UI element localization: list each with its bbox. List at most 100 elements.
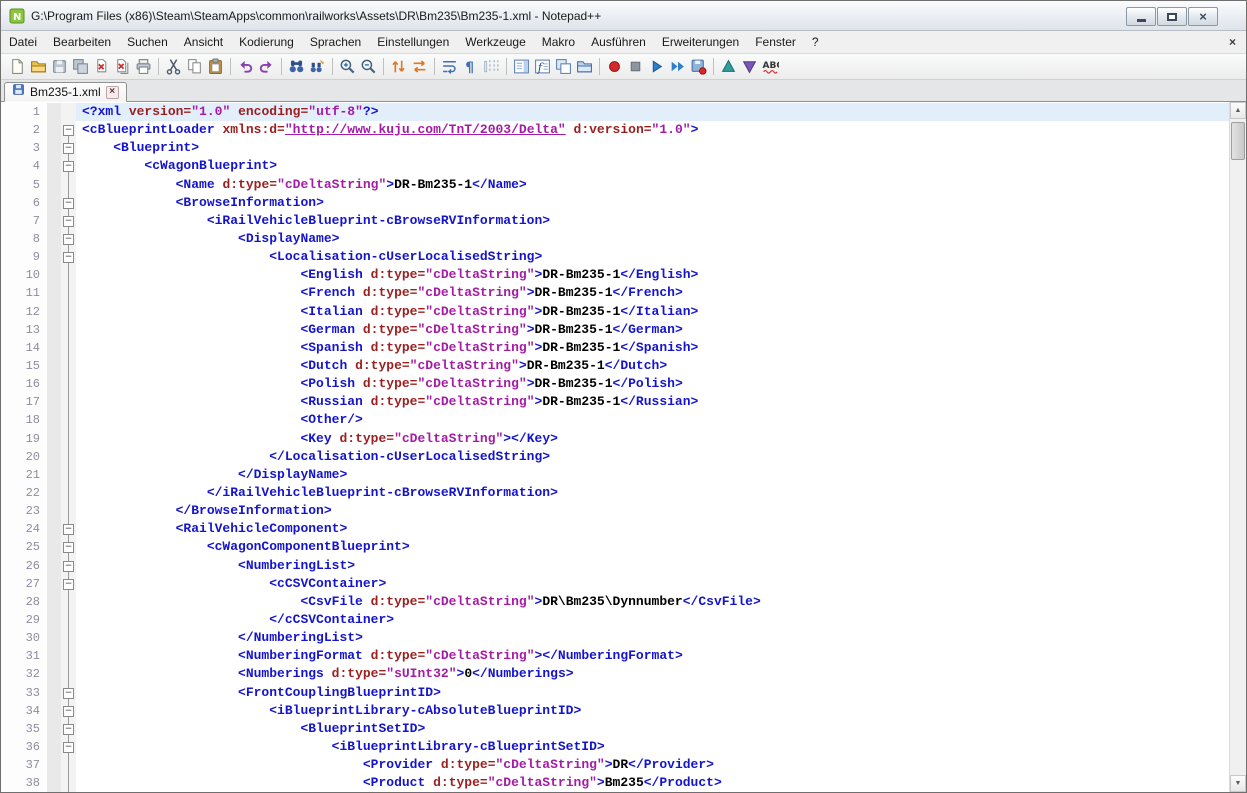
menu-item-bearbeiten[interactable]: Bearbeiten — [45, 31, 119, 53]
line-number[interactable]: 17 — [1, 393, 47, 411]
save-button[interactable] — [49, 56, 70, 77]
code-text[interactable]: <Product d:type="cDeltaString">Bm235</Pr… — [76, 774, 1229, 792]
fold-minus-icon[interactable]: − — [63, 706, 74, 717]
fold-minus-icon[interactable]: − — [63, 524, 74, 535]
bookmark-margin[interactable] — [47, 738, 61, 756]
code-text[interactable]: </cCSVContainer> — [76, 611, 1229, 629]
code-text[interactable]: <?xml version="1.0" encoding="utf-8"?> — [76, 103, 1229, 121]
fold-collapse-marker[interactable]: − — [61, 194, 76, 212]
doc-switcher-button[interactable] — [553, 56, 574, 77]
bookmark-margin[interactable] — [47, 212, 61, 230]
menu-item-suchen[interactable]: Suchen — [119, 31, 176, 53]
fold-minus-icon[interactable]: − — [63, 688, 74, 699]
line-number[interactable]: 12 — [1, 303, 47, 321]
bookmark-margin[interactable] — [47, 284, 61, 302]
print-button[interactable] — [133, 56, 154, 77]
bookmark-margin[interactable] — [47, 375, 61, 393]
fold-minus-icon[interactable]: − — [63, 216, 74, 227]
line-number[interactable]: 9 — [1, 248, 47, 266]
code-text[interactable]: <Numberings d:type="sUInt32">0</Numberin… — [76, 665, 1229, 683]
close-all-button[interactable] — [112, 56, 133, 77]
bookmark-margin[interactable] — [47, 684, 61, 702]
fold-minus-icon[interactable]: − — [63, 198, 74, 209]
line-number[interactable]: 16 — [1, 375, 47, 393]
find-button[interactable] — [286, 56, 307, 77]
maximize-button[interactable] — [1157, 7, 1187, 26]
cut-button[interactable] — [163, 56, 184, 77]
line-number[interactable]: 5 — [1, 176, 47, 194]
code-text[interactable]: </BrowseInformation> — [76, 502, 1229, 520]
code-text[interactable]: <NumberingFormat d:type="cDeltaString"><… — [76, 647, 1229, 665]
bookmark-margin[interactable] — [47, 103, 61, 121]
fold-minus-icon[interactable]: − — [63, 143, 74, 154]
line-number[interactable]: 28 — [1, 593, 47, 611]
macro-playback-button[interactable] — [646, 56, 667, 77]
function-list-button[interactable]: f — [532, 56, 553, 77]
line-number[interactable]: 3 — [1, 139, 47, 157]
bookmark-margin[interactable] — [47, 248, 61, 266]
code-text[interactable]: <RailVehicleComponent> — [76, 520, 1229, 538]
line-number[interactable]: 26 — [1, 557, 47, 575]
line-number[interactable]: 25 — [1, 538, 47, 556]
word-wrap-button[interactable] — [439, 56, 460, 77]
line-number[interactable]: 34 — [1, 702, 47, 720]
bookmark-margin[interactable] — [47, 448, 61, 466]
line-number[interactable]: 36 — [1, 738, 47, 756]
fold-minus-icon[interactable]: − — [63, 234, 74, 245]
bookmark-margin[interactable] — [47, 230, 61, 248]
fold-collapse-marker[interactable]: − — [61, 212, 76, 230]
code-text[interactable]: <Other/> — [76, 411, 1229, 429]
code-text[interactable]: <cWagonBlueprint> — [76, 157, 1229, 175]
line-number[interactable]: 8 — [1, 230, 47, 248]
line-number[interactable]: 29 — [1, 611, 47, 629]
close-file-button[interactable] — [91, 56, 112, 77]
bookmark-margin[interactable] — [47, 157, 61, 175]
code-text[interactable]: <cWagonComponentBlueprint> — [76, 538, 1229, 556]
line-number[interactable]: 20 — [1, 448, 47, 466]
scroll-down-button[interactable]: ▼ — [1230, 775, 1246, 792]
scroll-up-button[interactable]: ▲ — [1230, 102, 1246, 119]
bookmark-margin[interactable] — [47, 430, 61, 448]
sync-scroll-horizontal-button[interactable] — [409, 56, 430, 77]
line-number[interactable]: 13 — [1, 321, 47, 339]
line-number[interactable]: 18 — [1, 411, 47, 429]
bookmark-margin[interactable] — [47, 593, 61, 611]
close-button[interactable]: × — [1188, 7, 1218, 26]
macro-save-button[interactable] — [688, 56, 709, 77]
zoom-in-button[interactable] — [337, 56, 358, 77]
undo-button[interactable] — [235, 56, 256, 77]
line-number[interactable]: 23 — [1, 502, 47, 520]
fold-minus-icon[interactable]: − — [63, 125, 74, 136]
code-text[interactable]: <Polish d:type="cDeltaString">DR-Bm235-1… — [76, 375, 1229, 393]
line-number[interactable]: 10 — [1, 266, 47, 284]
line-number[interactable]: 7 — [1, 212, 47, 230]
code-text[interactable]: <Italian d:type="cDeltaString">DR-Bm235-… — [76, 303, 1229, 321]
bookmark-margin[interactable] — [47, 520, 61, 538]
fold-minus-icon[interactable]: − — [63, 161, 74, 172]
menu-item-sprachen[interactable]: Sprachen — [302, 31, 369, 53]
bookmark-margin[interactable] — [47, 339, 61, 357]
menu-item-ausführen[interactable]: Ausführen — [583, 31, 654, 53]
tab-close-button[interactable]: × — [106, 86, 119, 99]
bookmark-margin[interactable] — [47, 411, 61, 429]
menu-item-fenster[interactable]: Fenster — [747, 31, 804, 53]
bookmark-margin[interactable] — [47, 194, 61, 212]
copy-button[interactable] — [184, 56, 205, 77]
sync-scroll-vertical-button[interactable] — [388, 56, 409, 77]
bookmark-margin[interactable] — [47, 502, 61, 520]
line-number[interactable]: 35 — [1, 720, 47, 738]
menu-item-makro[interactable]: Makro — [534, 31, 583, 53]
bookmark-margin[interactable] — [47, 538, 61, 556]
code-text[interactable]: <iBlueprintLibrary-cAbsoluteBlueprintID> — [76, 702, 1229, 720]
line-number[interactable]: 24 — [1, 520, 47, 538]
tab-bm235-1-xml[interactable]: Bm235-1.xml × — [4, 82, 127, 102]
fold-collapse-marker[interactable]: − — [61, 684, 76, 702]
fold-collapse-marker[interactable]: − — [61, 575, 76, 593]
code-text[interactable]: <Blueprint> — [76, 139, 1229, 157]
save-all-button[interactable] — [70, 56, 91, 77]
bookmark-margin[interactable] — [47, 647, 61, 665]
code-text[interactable]: <CsvFile d:type="cDeltaString">DR\Bm235\… — [76, 593, 1229, 611]
code-text[interactable]: <BrowseInformation> — [76, 194, 1229, 212]
line-number[interactable]: 32 — [1, 665, 47, 683]
bookmark-margin[interactable] — [47, 575, 61, 593]
